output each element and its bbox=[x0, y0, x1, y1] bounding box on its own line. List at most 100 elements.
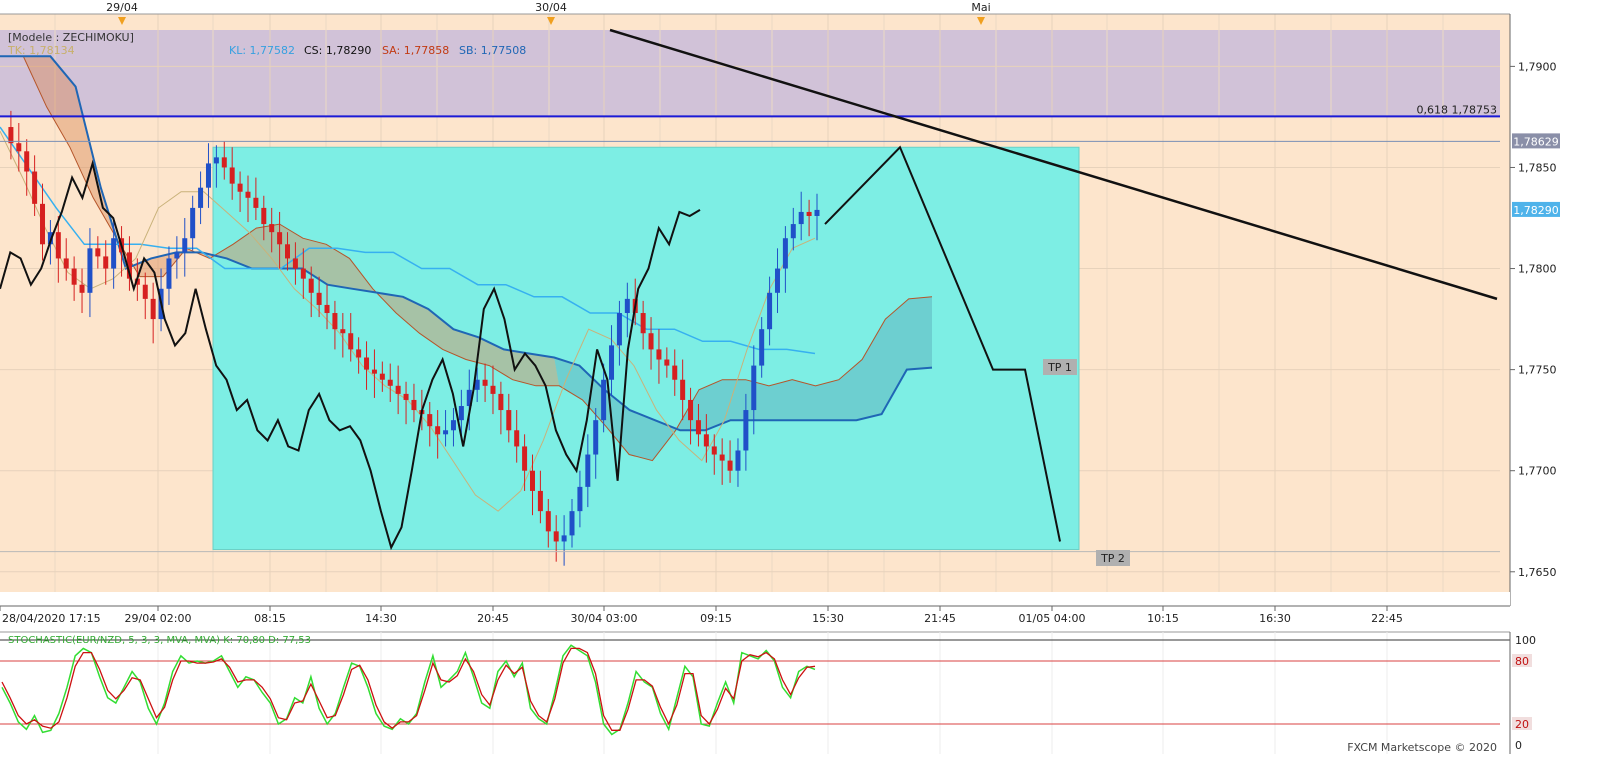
candle-body bbox=[498, 393, 504, 411]
candle-body bbox=[545, 511, 551, 532]
legend-sb: SB: 1,77508 bbox=[459, 44, 526, 57]
osc-tick-label: 20 bbox=[1515, 718, 1529, 731]
candle-body bbox=[514, 430, 520, 447]
time-tick-label: 28/04/2020 17:15 bbox=[2, 612, 101, 625]
time-tick-label: 14:30 bbox=[365, 612, 397, 625]
model-label: [Modele : ZECHIMOKU] bbox=[8, 31, 134, 44]
price-tick-label: 1,7750 bbox=[1518, 364, 1557, 377]
candle-body bbox=[356, 349, 362, 358]
legend-tk: TK: 1,78134 bbox=[7, 44, 75, 57]
candle-body bbox=[790, 224, 796, 239]
candle-body bbox=[24, 151, 30, 172]
resistance-tag-text: 1,78629 bbox=[1513, 135, 1559, 148]
candle-body bbox=[285, 244, 291, 259]
candle-body bbox=[364, 357, 370, 370]
price-tick-label: 1,7800 bbox=[1518, 263, 1557, 276]
candle-body bbox=[435, 426, 441, 435]
time-tick-label: 16:30 bbox=[1259, 612, 1291, 625]
candle-body bbox=[553, 531, 559, 542]
candle-body bbox=[340, 329, 346, 334]
candle-body bbox=[300, 268, 306, 279]
candle-body bbox=[55, 232, 61, 259]
top-axis-label: 29/04 bbox=[106, 1, 138, 14]
candle-body bbox=[245, 191, 251, 198]
candle-body bbox=[40, 203, 46, 245]
price-tick-label: 1,7700 bbox=[1518, 465, 1557, 478]
candle-body bbox=[332, 313, 338, 330]
candle-body bbox=[743, 410, 749, 451]
time-tick-label: 30/04 03:00 bbox=[571, 612, 638, 625]
candle-body bbox=[379, 373, 385, 380]
tp2-marker[interactable]: TP 2 bbox=[1096, 550, 1130, 566]
candle-body bbox=[292, 258, 298, 269]
top-axis-label: Mai bbox=[971, 1, 990, 14]
price-axis bbox=[1510, 14, 1614, 614]
candle-body bbox=[616, 313, 622, 346]
candle-body bbox=[814, 209, 820, 216]
candle-body bbox=[182, 238, 188, 253]
candle-body bbox=[648, 333, 654, 350]
candle-body bbox=[71, 268, 77, 285]
candle-body bbox=[751, 365, 757, 411]
candle-body bbox=[522, 446, 528, 471]
candle-body bbox=[261, 207, 267, 225]
candle-body bbox=[759, 329, 765, 366]
tp2-label: TP 2 bbox=[1100, 552, 1125, 565]
candle-body bbox=[32, 171, 38, 204]
candle-body bbox=[190, 207, 196, 239]
candle-body bbox=[585, 454, 591, 487]
candle-body bbox=[806, 211, 812, 216]
candle-body bbox=[506, 410, 512, 431]
candle-body bbox=[601, 379, 607, 421]
candle-body bbox=[111, 238, 117, 269]
price-tick-label: 1,7650 bbox=[1518, 566, 1557, 579]
oscillator-panel bbox=[0, 632, 1510, 754]
candle-body bbox=[529, 470, 535, 491]
candle-body bbox=[198, 187, 204, 208]
candle-body bbox=[561, 535, 567, 542]
candle-body bbox=[640, 313, 646, 334]
candle-body bbox=[387, 379, 393, 386]
candle-body bbox=[688, 399, 694, 421]
candle-body bbox=[269, 224, 275, 233]
candle-body bbox=[316, 292, 322, 305]
candle-body bbox=[727, 460, 733, 471]
candle-body bbox=[142, 284, 148, 299]
time-tick-label: 15:30 bbox=[812, 612, 844, 625]
top-axis-label: 30/04 bbox=[535, 1, 567, 14]
time-tick-label: 10:15 bbox=[1147, 612, 1179, 625]
candle-body bbox=[150, 298, 156, 320]
oscillator-legend: STOCHASTIC(EUR/NZD, 5, 3, 3, MVA, MVA) K… bbox=[8, 635, 311, 646]
candle-body bbox=[324, 304, 330, 314]
candle-body bbox=[703, 434, 709, 447]
candle-body bbox=[395, 385, 401, 394]
candle-body bbox=[166, 258, 172, 289]
time-tick-label: 21:45 bbox=[924, 612, 956, 625]
candle-body bbox=[664, 359, 670, 366]
time-tick-label: 09:15 bbox=[700, 612, 732, 625]
candle-body bbox=[174, 252, 180, 259]
time-tick-label: 20:45 bbox=[477, 612, 509, 625]
candle-body bbox=[95, 248, 101, 257]
candle-body bbox=[767, 292, 773, 330]
candle-body bbox=[782, 238, 788, 269]
candle-body bbox=[695, 420, 701, 435]
candle-body bbox=[593, 420, 599, 455]
candle-body bbox=[490, 385, 496, 394]
legend-kl: KL: 1,77582 bbox=[229, 44, 295, 57]
price-tick-label: 1,7850 bbox=[1518, 161, 1557, 174]
footer-copyright: FXCM Marketscope © 2020 bbox=[1347, 741, 1497, 754]
candle-body bbox=[577, 486, 583, 512]
candle-body bbox=[719, 454, 725, 461]
candle-body bbox=[624, 298, 630, 314]
candle-body bbox=[63, 258, 69, 269]
candle-body bbox=[348, 333, 354, 350]
candle-body bbox=[458, 406, 464, 421]
legend-cs: CS: 1,78290 bbox=[304, 44, 371, 57]
candle-body bbox=[403, 393, 409, 400]
candle-body bbox=[569, 511, 575, 536]
candle-body bbox=[711, 446, 717, 455]
tp1-label: TP 1 bbox=[1047, 361, 1072, 374]
candle-body bbox=[371, 369, 377, 374]
tp1-marker[interactable]: TP 1 bbox=[1043, 359, 1077, 375]
